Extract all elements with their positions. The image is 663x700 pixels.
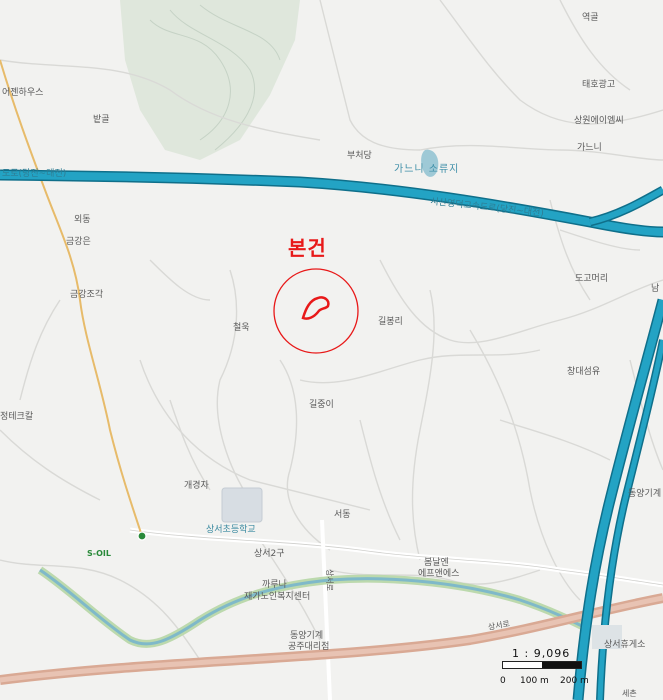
site-circle	[273, 268, 359, 354]
expressway-label-west: 도로(당진~대전)	[2, 169, 67, 179]
place-label: 부처당	[347, 151, 372, 161]
place-label: 철욱	[233, 323, 250, 333]
place-label: 역골	[582, 13, 599, 23]
school-label: 상서초등학교	[206, 525, 256, 535]
place-label: 서동	[334, 510, 351, 520]
scale-tick-label: 100 m	[520, 676, 549, 686]
place-label: 동양기계	[290, 631, 324, 641]
place-label: 길봉리	[378, 317, 403, 327]
site-title: 본건	[288, 236, 327, 260]
place-label: 정테크칼	[0, 412, 34, 422]
gas-station-label: S-OIL	[87, 549, 111, 558]
place-label: 가느니	[577, 143, 602, 153]
place-label: 금강은	[66, 237, 91, 247]
scale-bar	[502, 661, 582, 669]
minor-roads	[0, 0, 663, 661]
place-label: 동양기계	[628, 489, 662, 499]
place-label: 남	[651, 284, 660, 294]
scale-ratio: 1 : 9,096	[512, 647, 571, 660]
road-label: 상서로	[325, 568, 335, 592]
place-label: 상서휴게소	[604, 640, 646, 650]
place-label: 길중이	[309, 400, 334, 410]
expressway-ew	[0, 171, 663, 236]
place-label: 도고머리	[575, 274, 609, 284]
place-label: 금강조각	[70, 290, 104, 300]
map-base-layer	[0, 0, 663, 700]
scale-bar-widget: 1 : 9,096 0 100 m 200 m	[498, 647, 608, 695]
place-label: 개경자	[184, 481, 209, 491]
gas-station-marker	[137, 531, 147, 541]
map-canvas[interactable]: 역골 어젠하우스 태호광고 밭골 상원에이엠씨 가느니 부처당 가느니 소류지 …	[0, 0, 663, 700]
forest-area	[120, 0, 300, 160]
place-label: 창대섬유	[567, 367, 601, 377]
site-parcel	[301, 296, 330, 320]
place-label: 어젠하우스	[2, 88, 44, 98]
place-label: 에프앤에스	[418, 569, 460, 579]
place-label: 공주대리점	[288, 642, 330, 652]
place-label: 상서2구	[254, 549, 285, 559]
reservoir-label: 가느니 소류지	[394, 164, 460, 175]
place-label: 봄날엔	[424, 558, 449, 568]
place-label: 밭골	[93, 115, 110, 125]
place-label: 재가노인복지센터	[244, 592, 311, 602]
place-label: 태호광고	[582, 80, 616, 90]
place-label: 까루나	[262, 580, 287, 590]
place-label: 세촌	[622, 689, 637, 698]
place-label: 상원에이엠씨	[574, 116, 624, 126]
school-ground	[221, 487, 263, 523]
scale-tick-label: 200 m	[560, 676, 589, 686]
scale-tick-label: 0	[500, 676, 506, 686]
place-label: 외동	[74, 215, 91, 225]
